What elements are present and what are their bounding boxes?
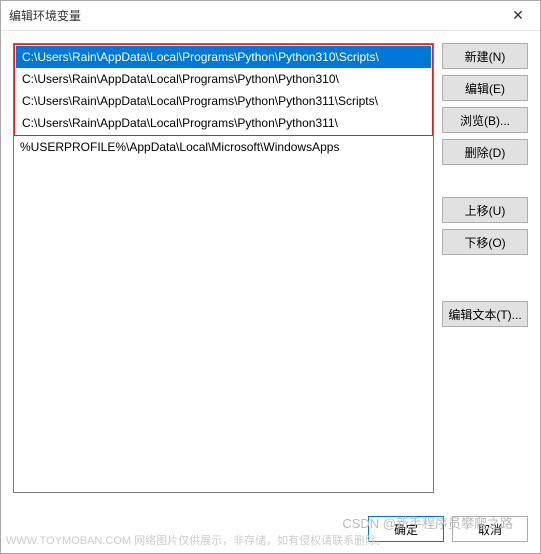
dialog-content: C:\Users\Rain\AppData\Local\Programs\Pyt… (1, 31, 540, 505)
list-wrap: C:\Users\Rain\AppData\Local\Programs\Pyt… (13, 43, 434, 493)
env-var-dialog: 编辑环境变量 ✕ C:\Users\Rain\AppData\Local\Pro… (0, 0, 541, 554)
move-up-button[interactable]: 上移(U) (442, 197, 528, 223)
dialog-footer: 确定 取消 (1, 505, 540, 553)
dialog-title: 编辑环境变量 (9, 7, 504, 24)
cancel-button[interactable]: 取消 (452, 516, 528, 542)
new-button[interactable]: 新建(N) (442, 43, 528, 69)
titlebar: 编辑环境变量 ✕ (1, 1, 540, 31)
edit-text-button[interactable]: 编辑文本(T)... (442, 301, 528, 327)
spacer (442, 171, 528, 191)
button-column: 新建(N) 编辑(E) 浏览(B)... 删除(D) 上移(U) 下移(O) 编… (442, 43, 528, 493)
list-item[interactable]: C:\Users\Rain\AppData\Local\Programs\Pyt… (16, 68, 431, 90)
spacer (442, 261, 528, 295)
ok-button[interactable]: 确定 (368, 516, 444, 542)
edit-button[interactable]: 编辑(E) (442, 75, 528, 101)
annotation-box: C:\Users\Rain\AppData\Local\Programs\Pyt… (14, 44, 433, 136)
list-item[interactable]: %USERPROFILE%\AppData\Local\Microsoft\Wi… (14, 136, 433, 158)
path-listbox[interactable]: C:\Users\Rain\AppData\Local\Programs\Pyt… (13, 43, 434, 493)
close-icon[interactable]: ✕ (504, 5, 532, 27)
delete-button[interactable]: 删除(D) (442, 139, 528, 165)
list-item[interactable]: C:\Users\Rain\AppData\Local\Programs\Pyt… (16, 90, 431, 112)
list-item[interactable]: C:\Users\Rain\AppData\Local\Programs\Pyt… (16, 112, 431, 134)
list-item[interactable]: C:\Users\Rain\AppData\Local\Programs\Pyt… (16, 46, 431, 68)
browse-button[interactable]: 浏览(B)... (442, 107, 528, 133)
move-down-button[interactable]: 下移(O) (442, 229, 528, 255)
